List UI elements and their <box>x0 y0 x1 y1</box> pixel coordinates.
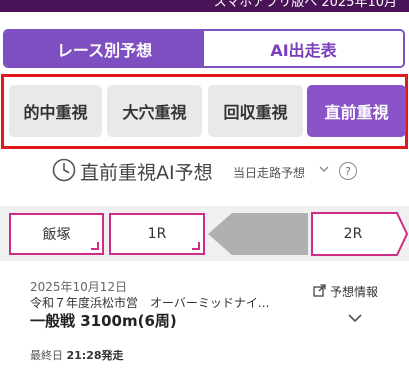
prediction-info-link[interactable]: 予想情報 <box>330 283 378 300</box>
segment-tabs: レース別予想 AI出走表 <box>3 29 405 68</box>
venue-selector[interactable]: 飯塚 <box>9 213 104 255</box>
section-header: 直前重視AI予想 当日走路予想 ? <box>0 157 409 187</box>
mode-button-latest-focus[interactable]: 直前重視 <box>307 85 406 137</box>
venue-label: 飯塚 <box>42 227 71 243</box>
top-banner-text: スマホアプリ版へ 2025年10月 <box>213 0 397 10</box>
previous-race-arrow[interactable] <box>208 213 308 255</box>
top-banner[interactable]: スマホアプリ版へ 2025年10月 <box>0 0 409 12</box>
race-date: 2025年10月12日 <box>30 280 128 294</box>
next-race-label: 2R <box>343 226 363 242</box>
start-time: 21:28発走 <box>66 349 124 362</box>
mode-button-longshot-focus[interactable]: 大穴重視 <box>107 85 202 137</box>
tab-race-prediction[interactable]: レース別予想 <box>5 31 204 66</box>
dropdown-corner-icon <box>192 242 200 250</box>
race-class: 一般戦 3100m(6周) <box>30 312 177 330</box>
dropdown-corner-icon <box>91 242 99 250</box>
clock-icon <box>52 158 76 182</box>
external-link-icon[interactable] <box>313 284 326 297</box>
race-event-name: 令和７年度浜松市営 オーバーミッドナイ... <box>30 296 270 310</box>
race-number-selector[interactable]: 1R <box>109 213 205 255</box>
race-number-label: 1R <box>147 226 167 242</box>
chevron-down-icon[interactable] <box>319 164 329 174</box>
section-title: 直前重視AI予想 <box>80 162 213 184</box>
mode-button-hit-focus[interactable]: 的中重視 <box>9 85 102 137</box>
expand-chevron-icon[interactable] <box>347 313 363 323</box>
app-root: スマホアプリ版へ 2025年10月 レース別予想 AI出走表 的中重視 大穴重視… <box>0 0 409 384</box>
race-day-start: 最終日 21:28発走 <box>30 347 124 363</box>
final-day-label: 最終日 <box>30 349 63 362</box>
help-icon[interactable]: ? <box>339 162 357 180</box>
tab-ai-entry-table[interactable]: AI出走表 <box>204 31 403 66</box>
mode-button-return-focus[interactable]: 回収重視 <box>208 85 303 137</box>
track-forecast-selector[interactable]: 当日走路予想 <box>233 164 305 181</box>
